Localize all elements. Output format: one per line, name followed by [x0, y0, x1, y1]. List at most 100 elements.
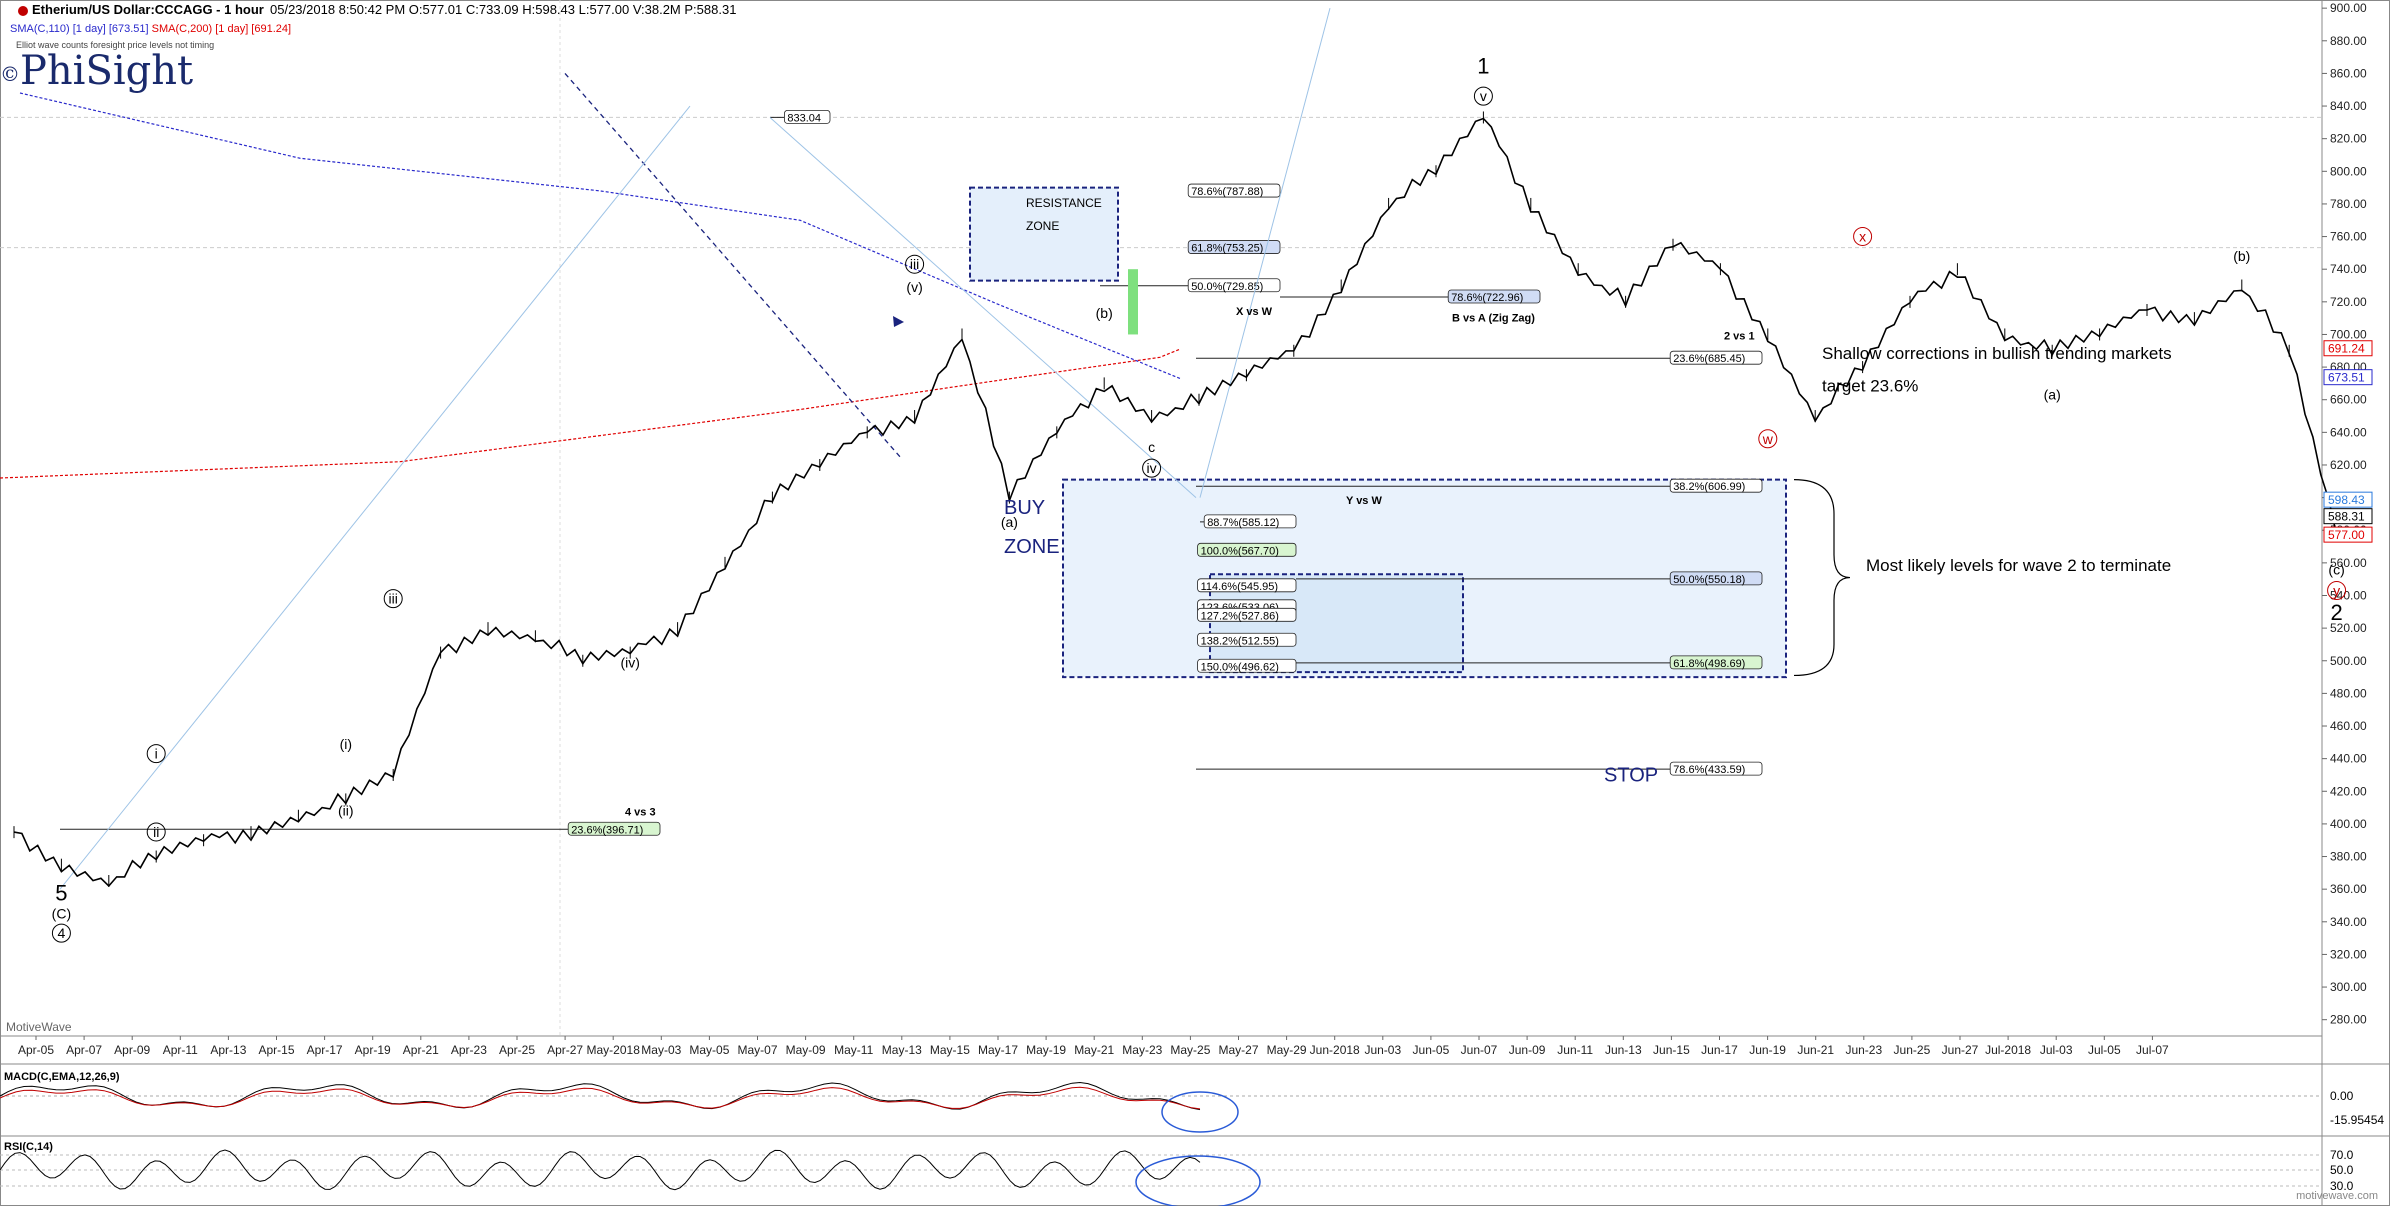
wave-label: (b) [2233, 248, 2250, 264]
fib-label: 127.2%(527.86) [1201, 610, 1279, 622]
x-tick-label: May-25 [1170, 1043, 1210, 1057]
b-vs-a-label: B vs A (Zig Zag) [1452, 312, 1535, 324]
chart-title-text: Etherium/US Dollar:CCCAGG - 1 hour [32, 2, 264, 17]
x-tick-label: Jun-13 [1605, 1043, 1642, 1057]
projection-arrowhead-icon [893, 316, 904, 327]
x-tick-label: May-23 [1122, 1043, 1162, 1057]
fib-label: 150.0%(496.62) [1201, 661, 1279, 673]
y-tick-label: 720.00 [2330, 295, 2367, 309]
rsi-highlight-ellipse [1135, 1155, 1261, 1209]
y-tick-label: 780.00 [2330, 197, 2367, 211]
y-tick-label: 640.00 [2330, 425, 2367, 439]
y-tick-label: 280.00 [2330, 1013, 2367, 1027]
fib-label: 78.6%(433.59) [1673, 764, 1745, 776]
y-tick-label: 300.00 [2330, 980, 2367, 994]
y-tick-label: 340.00 [2330, 915, 2367, 929]
x-tick-label: May-27 [1218, 1043, 1258, 1057]
fib-label: 23.6%(396.71) [571, 824, 643, 836]
x-tick-label: Apr-05 [18, 1043, 54, 1057]
y-tick-label: 440.00 [2330, 752, 2367, 766]
symbol-dot-icon [18, 5, 28, 16]
x-tick-label: Jun-23 [1845, 1043, 1882, 1057]
sma110-legend: SMA(C,110) [1 day] [673.51] [10, 23, 149, 35]
shallow-note-line-2: target 23.6% [1822, 377, 1918, 396]
y-tick-label: 800.00 [2330, 164, 2367, 178]
wave-label: (v) [906, 279, 922, 295]
x-tick-label: May-17 [978, 1043, 1018, 1057]
x-tick-label: Jul-03 [2040, 1043, 2073, 1057]
x-tick-label: May-21 [1074, 1043, 1114, 1057]
price-tag: 691.24 [2328, 342, 2365, 356]
x-tick-label: Jun-11 [1557, 1043, 1593, 1057]
x-tick-label: Jun-21 [1797, 1043, 1834, 1057]
sma200-line [0, 348, 1181, 479]
brace-icon [1793, 479, 1851, 677]
x-tick-label: Jun-2018 [1310, 1043, 1360, 1057]
wave-label: 5 [55, 881, 67, 906]
x-tick-label: May-19 [1026, 1043, 1066, 1057]
fib-label: 50.0%(550.18) [1673, 574, 1745, 586]
wave-label: 2 [2330, 600, 2342, 625]
projection-arrow-line [564, 72, 901, 458]
x-tick-label: Apr-11 [163, 1043, 198, 1057]
wave-label: c [1148, 439, 1155, 455]
y-tick-label: 880.00 [2330, 34, 2367, 48]
fib-label: 61.8%(753.25) [1191, 243, 1263, 255]
price-tag: 673.51 [2328, 371, 2365, 385]
wave-label: 4 [58, 925, 66, 941]
y-tick-label: 420.00 [2330, 784, 2367, 798]
rsi-title: RSI(C,14) [4, 1141, 53, 1153]
y-tick-label: 860.00 [2330, 66, 2367, 80]
wave-label: i [155, 746, 158, 762]
rsi-tick: 70.0 [2330, 1148, 2354, 1162]
channel-line [59, 105, 691, 890]
wave-label: iii [389, 591, 398, 607]
logo-text: PhiSight [20, 48, 194, 94]
y-tick-label: 700.00 [2330, 327, 2367, 341]
x-tick-label: May-29 [1267, 1043, 1307, 1057]
y-tick-label: 660.00 [2330, 393, 2367, 407]
wave-label: (iv) [620, 654, 639, 670]
fib-label: 50.0%(729.85) [1191, 281, 1263, 293]
y-tick-label: 820.00 [2330, 132, 2367, 146]
x-tick-label: Jun-15 [1653, 1043, 1690, 1057]
chart-title: Etherium/US Dollar:CCCAGG - 1 hour [18, 2, 264, 17]
x-tick-label: Jun-03 [1364, 1043, 1401, 1057]
macd-title: MACD(C,EMA,12,26,9) [4, 1071, 120, 1083]
fib-label: 100.0%(567.70) [1201, 545, 1279, 557]
fib-label: 38.2%(606.99) [1673, 481, 1745, 493]
x-tick-label: Jun-27 [1942, 1043, 1979, 1057]
y-tick-label: 740.00 [2330, 262, 2367, 276]
y-tick-label: 460.00 [2330, 719, 2367, 733]
y-vs-w-label: Y vs W [1346, 495, 1382, 507]
shallow-note-line-1: Shallow corrections in bullish trending … [1822, 344, 2172, 363]
wave-label: (b) [1096, 305, 1113, 321]
macd-last-value: -15.95454 [2330, 1113, 2384, 1127]
four-vs-three-label: 4 vs 3 [625, 807, 656, 819]
fib-label: 78.6%(722.96) [1451, 292, 1523, 304]
wave-label: ii [153, 824, 159, 840]
x-tick-label: May-15 [930, 1043, 970, 1057]
resistance-zone-label-2: ZONE [1026, 219, 1059, 233]
y-tick-label: 760.00 [2330, 230, 2367, 244]
wave-label: y [2333, 582, 2340, 598]
y-tick-label: 360.00 [2330, 882, 2367, 896]
sma200-legend: SMA(C,200) [1 day] [691.24] [151, 23, 292, 35]
resistance-zone-label: RESISTANCE [1026, 196, 1102, 210]
fib-label: 138.2%(512.55) [1201, 635, 1279, 647]
wave-label: iv [1147, 460, 1157, 476]
x-tick-label: Apr-17 [307, 1043, 343, 1057]
x-tick-label: Apr-25 [499, 1043, 535, 1057]
indicator-legend: SMA(C,110) [1 day] [673.51] SMA(C,200) [… [10, 23, 291, 35]
x-vs-w-label: X vs W [1236, 306, 1273, 318]
x-tick-label: May-2018 [587, 1043, 641, 1057]
rsi-tick: 50.0 [2330, 1163, 2354, 1177]
x-tick-label: May-03 [641, 1043, 681, 1057]
x-tick-label: Jul-07 [2136, 1043, 2169, 1057]
y-tick-label: 900.00 [2330, 1, 2367, 15]
motivewave-watermark: MotiveWave [6, 1020, 72, 1034]
x-tick-label: Jun-07 [1461, 1043, 1498, 1057]
y-tick-label: 480.00 [2330, 686, 2367, 700]
x-tick-label: Jun-09 [1509, 1043, 1546, 1057]
fib-label: 88.7%(585.12) [1207, 517, 1279, 529]
